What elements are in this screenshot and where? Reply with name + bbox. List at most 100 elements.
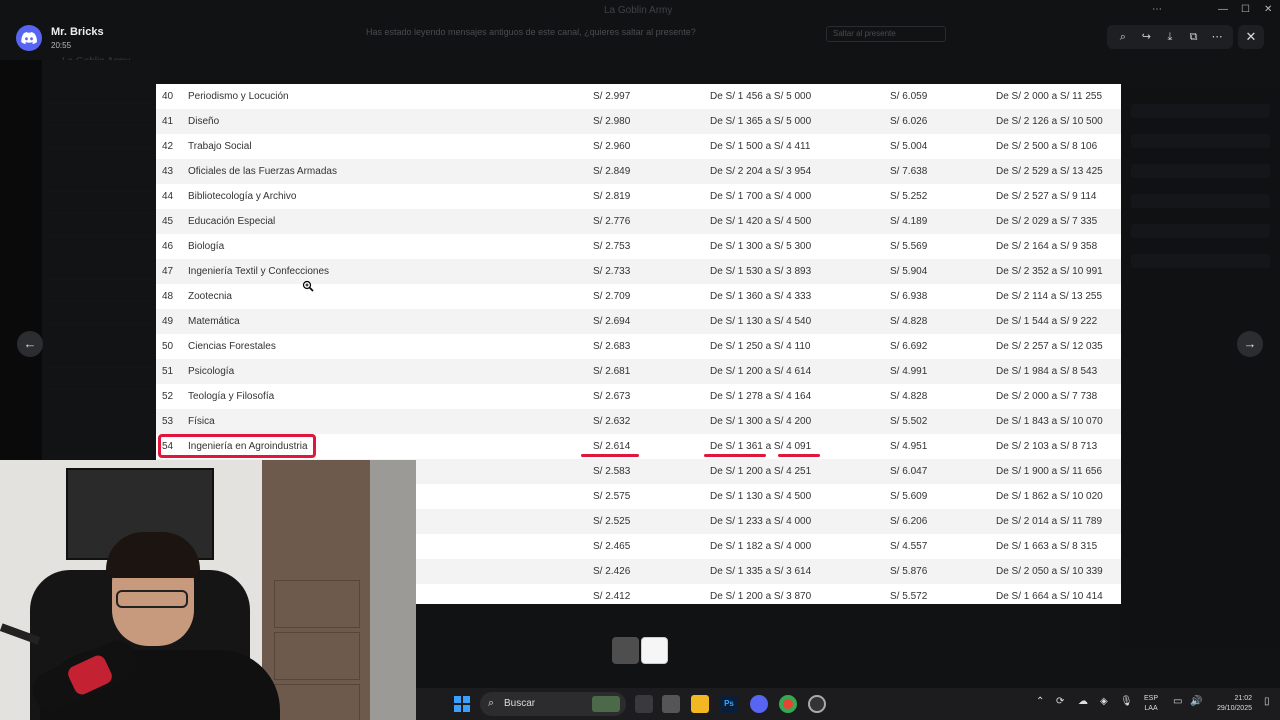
zoom-icon[interactable]: ⌕ xyxy=(1115,25,1131,49)
table-cell-name: Trabajo Social xyxy=(188,141,252,152)
language-indicator[interactable]: ESP LAA xyxy=(1144,694,1158,714)
table-cell-avg: S/ 2.412 xyxy=(593,591,631,602)
table-cell-avg2: S/ 6.692 xyxy=(890,341,928,352)
table-cell-range2: De S/ 1 862 a S/ 10 020 xyxy=(996,491,1103,502)
table-row: 53 Física S/ 2.632 De S/ 1 300 a S/ 4 200 S/… xyxy=(156,409,1121,434)
download-icon[interactable]: ⤓ xyxy=(1162,25,1178,49)
table-row: 44 Bibliotecología y Archivo S/ 2.819 De S/… xyxy=(156,184,1121,209)
table-cell-avg: S/ 2.849 xyxy=(593,166,631,177)
table-cell-name: Diseño xyxy=(188,116,220,127)
next-image-button[interactable]: → xyxy=(1237,331,1263,357)
table-cell-avg2: S/ 4.189 xyxy=(890,216,928,227)
table-cell-range: De S/ 1 200 a S/ 4 251 xyxy=(710,466,812,477)
table-cell-avg: S/ 2.465 xyxy=(593,541,631,552)
clock-date: 29/10/2025 xyxy=(1216,705,1252,712)
windows-taskbar: ⌕ Buscar Ps ⌃ ⟳ ☁ ◈ 🎙 ESP LAA ▭ 🔊 21:02 … xyxy=(416,688,1280,720)
table-cell-avg2: S/ 4.828 xyxy=(890,316,928,327)
notification-icon[interactable]: ▯ xyxy=(1264,696,1270,707)
folder-icon[interactable] xyxy=(691,695,709,713)
table-cell-avg: S/ 2.525 xyxy=(593,516,631,527)
windows-start-icon[interactable] xyxy=(454,696,470,712)
taskbar-search[interactable]: ⌕ Buscar xyxy=(480,692,626,716)
table-cell-range: De S/ 1 456 a S/ 5 000 xyxy=(710,91,812,102)
clock[interactable]: 21:02 29/10/2025 xyxy=(1208,694,1252,714)
table-cell-num: 41 xyxy=(162,116,174,127)
table-cell-name: Periodismo y Locución xyxy=(188,91,289,102)
table-cell-range2: De S/ 2 529 a S/ 13 425 xyxy=(996,166,1103,177)
open-external-icon[interactable]: ⧉ xyxy=(1186,25,1202,49)
search-icon: ⌕ xyxy=(488,697,495,709)
table-cell-num: 48 xyxy=(162,291,174,302)
clock-time: 21:02 xyxy=(1234,695,1252,702)
close-viewer-button[interactable]: ✕ xyxy=(1238,25,1264,49)
zoom-cursor-icon xyxy=(302,280,314,292)
member-list xyxy=(1121,88,1280,648)
security-icon[interactable]: ◈ xyxy=(1100,696,1108,707)
lang-code: ESP xyxy=(1144,695,1159,702)
photoshop-icon[interactable]: Ps xyxy=(720,695,738,713)
discord-avatar[interactable] xyxy=(16,25,42,51)
previous-image-button[interactable]: ← xyxy=(17,331,43,357)
close-window-icon[interactable]: ✕ xyxy=(1264,4,1272,15)
table-cell-range2: De S/ 1 900 a S/ 11 656 xyxy=(996,466,1103,477)
table-cell-name: Biología xyxy=(188,241,225,252)
app-icon[interactable] xyxy=(808,695,826,713)
thumbnail-2[interactable] xyxy=(641,637,668,664)
printer-icon[interactable] xyxy=(662,695,680,713)
sync-icon[interactable]: ⟳ xyxy=(1056,696,1064,707)
table-cell-num: 53 xyxy=(162,416,174,427)
minimize-window-icon[interactable]: ⋯ xyxy=(1152,4,1162,15)
chevron-up-icon[interactable]: ⌃ xyxy=(1036,696,1044,707)
thumbnail-1[interactable] xyxy=(612,637,639,664)
table-cell-range2: De S/ 2 000 a S/ 11 255 xyxy=(996,91,1103,102)
microphone-icon[interactable]: 🎙 xyxy=(1120,696,1133,707)
table-cell-num: 49 xyxy=(162,316,174,327)
author-name[interactable]: Mr. Bricks xyxy=(51,26,104,38)
table-row: 49 Matemática S/ 2.694 De S/ 1 130 a S/ 4 5… xyxy=(156,309,1121,334)
table-cell-range: De S/ 1 233 a S/ 4 000 xyxy=(710,516,812,527)
table-cell-range2: De S/ 1 663 a S/ 8 315 xyxy=(996,541,1098,552)
table-cell-avg: S/ 2.960 xyxy=(593,141,631,152)
table-row: 52 Teología y Filosofía S/ 2.673 De S/ 1 27… xyxy=(156,384,1121,409)
table-cell-range: De S/ 1 300 a S/ 5 300 xyxy=(710,241,812,252)
table-cell-range: De S/ 1 361 a S/ 4 091 xyxy=(710,441,812,452)
table-cell-name: Educación Especial xyxy=(188,216,276,227)
search-placeholder: Buscar xyxy=(504,698,536,709)
network-icon[interactable]: ▭ xyxy=(1173,696,1182,707)
more-icon[interactable]: ⋯ xyxy=(1209,25,1225,49)
forward-icon[interactable]: ↪ xyxy=(1138,25,1154,49)
task-view-icon[interactable] xyxy=(635,695,653,713)
volume-icon[interactable]: 🔊 xyxy=(1190,696,1202,707)
discord-icon[interactable] xyxy=(750,695,768,713)
table-cell-range2: De S/ 1 984 a S/ 8 543 xyxy=(996,366,1098,377)
table-cell-range2: De S/ 2 000 a S/ 7 738 xyxy=(996,391,1098,402)
table-cell-name: Bibliotecología y Archivo xyxy=(188,191,297,202)
minimize-icon[interactable]: — xyxy=(1218,4,1228,15)
table-cell-avg2: S/ 5.904 xyxy=(890,266,928,277)
table-row: 40 Periodismo y Locución S/ 2.997 De S/ 1 4… xyxy=(156,84,1121,109)
table-cell-range2: De S/ 1 664 a S/ 10 414 xyxy=(996,591,1103,602)
table-cell-range: De S/ 1 360 a S/ 4 333 xyxy=(710,291,812,302)
chrome-icon[interactable] xyxy=(779,695,797,713)
image-thumbnails xyxy=(612,637,668,664)
table-cell-avg2: S/ 5.609 xyxy=(890,491,928,502)
maximize-icon[interactable]: ☐ xyxy=(1241,4,1250,15)
table-cell-num: 51 xyxy=(162,366,174,377)
table-cell-name: Psicología xyxy=(188,366,235,377)
table-cell-avg2: S/ 5.252 xyxy=(890,191,928,202)
table-cell-range2: De S/ 2 257 a S/ 12 035 xyxy=(996,341,1103,352)
table-cell-name: Zootecnia xyxy=(188,291,232,302)
table-cell-range2: De S/ 2 164 a S/ 9 358 xyxy=(996,241,1098,252)
table-cell-avg2: S/ 6.206 xyxy=(890,516,928,527)
table-cell-num: 47 xyxy=(162,266,174,277)
table-cell-num: 40 xyxy=(162,91,174,102)
cloud-icon[interactable]: ☁ xyxy=(1078,696,1088,707)
table-cell-avg2: S/ 5.004 xyxy=(890,141,928,152)
table-cell-range: De S/ 1 250 a S/ 4 110 xyxy=(710,341,811,352)
table-cell-avg2: S/ 5.502 xyxy=(890,416,928,427)
table-cell-avg: S/ 2.575 xyxy=(593,491,631,502)
table-cell-range: De S/ 1 200 a S/ 3 870 xyxy=(710,591,812,602)
table-row: 45 Educación Especial S/ 2.776 De S/ 1 420 … xyxy=(156,209,1121,234)
table-cell-range2: De S/ 1 544 a S/ 9 222 xyxy=(996,316,1098,327)
table-cell-range2: De S/ 2 500 a S/ 8 106 xyxy=(996,141,1098,152)
